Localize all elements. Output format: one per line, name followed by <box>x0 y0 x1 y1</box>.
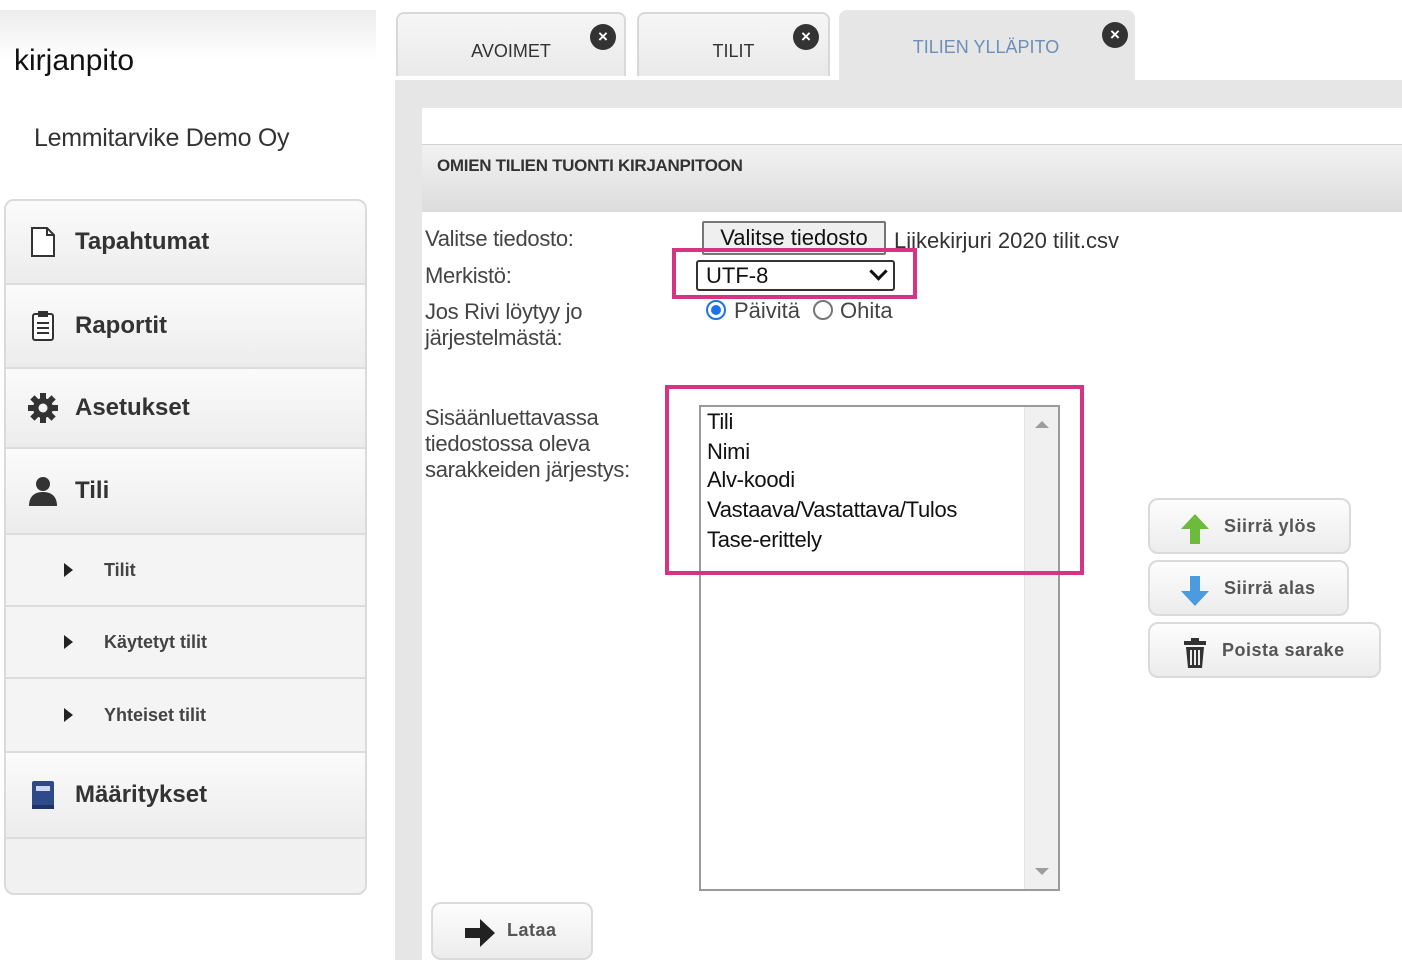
move-up-label: Siirrä ylös <box>1224 516 1317 536</box>
sidebar-item-label: Raportit <box>75 312 167 339</box>
remove-column-button[interactable]: Poista sarake <box>1148 622 1381 678</box>
sidebar-item-label: Tapahtumat <box>75 228 210 255</box>
document-icon <box>26 225 60 259</box>
close-icon[interactable]: × <box>1102 22 1128 48</box>
sidebar-item-tili[interactable]: Tili <box>6 449 365 535</box>
section-title: OMIEN TILIEN TUONTI KIRJANPITOON <box>437 156 743 175</box>
order-label-line3: sarakkeiden järjestys: <box>425 457 630 482</box>
tab-label: TILIEN YLLÄPITO <box>912 37 1060 57</box>
arrow-right-icon <box>465 919 495 947</box>
charset-highlight <box>672 248 917 299</box>
sidebar-item-yhteiset-tilit[interactable]: Yhteiset tilit <box>6 679 365 753</box>
load-button[interactable]: Lataa <box>431 902 593 960</box>
user-icon <box>26 474 60 508</box>
sidebar-item-label: Määritykset <box>75 781 208 808</box>
sidebar-item-label: Tilit <box>104 559 136 580</box>
move-down-button[interactable]: Siirrä alas <box>1148 560 1349 616</box>
order-label-line1: Sisäänluettavassa <box>425 405 599 430</box>
sidebar-item-label: Käytetyt tilit <box>104 631 208 652</box>
tab-tilit[interactable]: TILIT × <box>637 12 830 76</box>
file-label: Valitse tiedosto: <box>425 226 574 251</box>
sidebar-item-kaytetyt-tilit[interactable]: Käytetyt tilit <box>6 607 365 679</box>
radio-skip-label: Ohita <box>840 298 893 323</box>
sidebar-item-tapahtumat[interactable]: Tapahtumat <box>6 201 365 285</box>
arrow-down-icon <box>1181 576 1209 606</box>
order-label-line2: tiedostossa oleva <box>425 431 590 456</box>
sidebar-nav: Tapahtumat Raportit Asetukset Tili Tilit… <box>4 199 367 895</box>
gear-icon <box>26 391 60 425</box>
tab-label: AVOIMET <box>471 41 551 61</box>
close-icon[interactable]: × <box>793 24 819 50</box>
tab-avoimet[interactable]: AVOIMET × <box>396 12 626 76</box>
sidebar-item-maaritykset[interactable]: Määritykset <box>6 753 365 839</box>
selected-file-name: Liikekirjuri 2020 tilit.csv <box>886 226 1144 258</box>
tab-tilien-yllapito[interactable]: TILIEN YLLÄPITO × <box>839 10 1135 82</box>
exists-label-line1: Jos Rivi löytyy jo <box>425 299 583 324</box>
sidebar-item-raportit[interactable]: Raportit <box>6 285 365 369</box>
radio-update-label: Päivitä <box>734 298 801 323</box>
radio-skip[interactable] <box>813 300 833 320</box>
sidebar-item-asetukset[interactable]: Asetukset <box>6 369 365 449</box>
sidebar-item-tilit[interactable]: Tilit <box>6 535 365 607</box>
sidebar-item-label: Tili <box>75 477 110 504</box>
load-label: Lataa <box>507 920 557 940</box>
sidebar-item-label: Yhteiset tilit <box>104 704 207 725</box>
caret-right-icon <box>64 635 73 649</box>
caret-right-icon <box>64 563 73 577</box>
caret-right-icon <box>64 708 73 722</box>
sidebar-item-label: Asetukset <box>75 394 190 421</box>
app-title: kirjanpito <box>14 44 135 77</box>
close-icon[interactable]: × <box>590 24 616 50</box>
trash-icon <box>1184 638 1206 668</box>
scroll-down-icon[interactable] <box>1035 868 1049 875</box>
arrow-up-icon <box>1181 514 1209 544</box>
company-name: Lemmitarvike Demo Oy <box>34 124 290 152</box>
move-down-label: Siirrä alas <box>1224 578 1316 598</box>
report-icon <box>26 309 60 343</box>
exists-label-line2: järjestelmästä: <box>425 325 563 350</box>
move-up-button[interactable]: Siirrä ylös <box>1148 498 1351 554</box>
columns-highlight <box>665 385 1084 575</box>
radio-update[interactable] <box>706 300 726 320</box>
charset-label: Merkistö: <box>425 263 512 288</box>
remove-column-label: Poista sarake <box>1222 640 1345 660</box>
section-header: OMIEN TILIEN TUONTI KIRJANPITOON <box>422 144 1402 212</box>
book-icon <box>26 778 60 812</box>
